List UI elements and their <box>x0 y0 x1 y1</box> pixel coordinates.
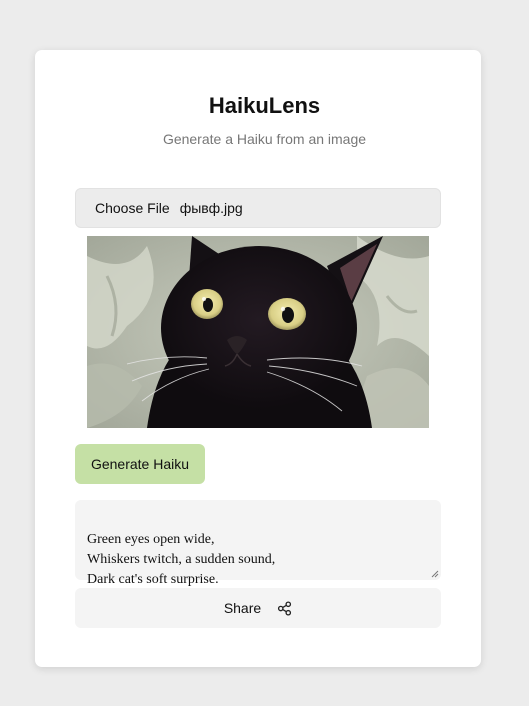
resize-grip-icon[interactable] <box>431 570 439 578</box>
generate-haiku-button[interactable]: Generate Haiku <box>75 444 205 484</box>
app-title: HaikuLens <box>208 93 321 118</box>
choose-file-button[interactable]: Choose File <box>95 200 170 216</box>
cat-photo-image <box>87 236 429 428</box>
selected-file-name: фывф.jpg <box>179 200 243 216</box>
file-input[interactable]: Choose File фывф.jpg <box>75 188 441 228</box>
haiku-text: Green eyes open wide, Whiskers twitch, a… <box>87 532 276 587</box>
haiku-output-textarea[interactable]: Green eyes open wide, Whiskers twitch, a… <box>75 500 441 587</box>
image-preview <box>87 236 429 428</box>
share-button[interactable]: Share <box>75 588 441 628</box>
app-subtitle: Generate a Haiku from an image <box>162 131 367 147</box>
share-label: Share <box>223 600 262 616</box>
share-icon <box>278 600 292 616</box>
